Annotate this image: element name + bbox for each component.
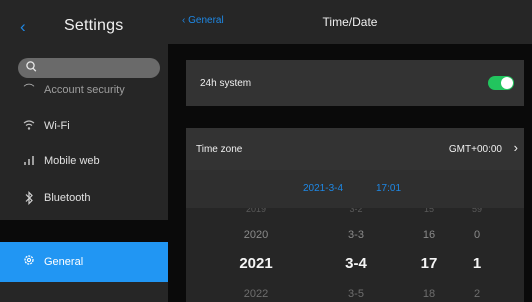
sidebar-item-mobile-web[interactable]: Mobile web: [0, 145, 168, 179]
sidebar-item-wifi[interactable]: Wi-Fi: [0, 110, 168, 144]
sidebar-header: ‹ Settings: [0, 0, 168, 54]
picker-value-selected: 2021: [239, 255, 273, 272]
toggle-knob: [501, 77, 513, 89]
timezone-value: GMT+00:00: [448, 144, 502, 155]
setting-label-24h: 24h system: [200, 78, 252, 89]
picker-column-hour[interactable]: 15 16 17 18: [414, 208, 444, 302]
sidebar-divider: [0, 220, 168, 242]
sidebar-item-account-security[interactable]: ⌒ Account security: [0, 80, 168, 98]
sidebar-item-label: Bluetooth: [44, 192, 91, 204]
sidebar-item-bluetooth[interactable]: Bluetooth: [0, 182, 168, 216]
search-icon: [26, 61, 37, 72]
picker-column-minute[interactable]: 59 0 1 2: [462, 208, 492, 302]
main-panel: ‹ General Time/Date 24h system Time zone…: [168, 0, 532, 302]
picker-value: 59: [471, 208, 482, 214]
person-icon: ⌒: [23, 84, 35, 96]
picker-value: 16: [422, 229, 436, 241]
sidebar-item-label: Wi-Fi: [44, 120, 70, 132]
selected-time[interactable]: 17:01: [376, 183, 401, 194]
sidebar-title: Settings: [64, 17, 124, 34]
back-icon[interactable]: ‹: [20, 18, 34, 36]
picker-value: 0: [473, 229, 481, 241]
picker-value: 15: [423, 208, 434, 214]
picker-value-selected: 3-4: [345, 255, 367, 272]
top-bar: ‹ General Time/Date: [168, 0, 532, 44]
picker-value: 2019: [245, 208, 267, 214]
sidebar-item-label: Account security: [44, 84, 125, 96]
wifi-icon: [22, 119, 36, 135]
search-input[interactable]: [18, 58, 160, 78]
setting-label-timezone: Time zone: [196, 144, 243, 155]
page-title: Time/Date: [322, 15, 378, 29]
picker-column-month-day[interactable]: 3-2 3-3 3-4 3-5: [326, 208, 386, 302]
selected-date[interactable]: 2021-3-4: [303, 183, 343, 194]
picker-column-year[interactable]: 2019 2020 2021 2022: [224, 208, 288, 302]
setting-row-24h: 24h system: [186, 60, 524, 106]
chevron-right-icon: ›: [513, 140, 518, 155]
picker-value: 3-3: [348, 229, 364, 241]
toggle-24h[interactable]: [488, 76, 514, 90]
datetime-picker[interactable]: 2019 2020 2021 2022 3-2 3-3 3-4 3-5 15 1…: [186, 208, 524, 302]
datetime-panel: 2021-3-4 17:01 2019 2020 2021 2022 3-2 3…: [186, 170, 524, 302]
picker-value: 3-2: [349, 208, 363, 214]
picker-value: 2020: [243, 229, 269, 241]
picker-value: 18: [422, 288, 436, 300]
sidebar-item-label: Mobile web: [44, 155, 100, 167]
bluetooth-icon: [22, 191, 36, 207]
gear-icon: [22, 254, 36, 270]
signal-icon: [22, 154, 36, 170]
picker-value-selected: 17: [420, 255, 438, 272]
setting-row-timezone[interactable]: Time zone GMT+00:00 ›: [186, 128, 524, 170]
picker-value: 3-5: [348, 288, 364, 300]
sidebar: ‹ Settings ⌒ Account security Wi-Fi Mobi…: [0, 0, 168, 302]
sidebar-item-label: General: [44, 256, 84, 268]
datetime-header: 2021-3-4 17:01: [186, 170, 524, 208]
picker-value-selected: 1: [472, 255, 482, 272]
picker-value: 2: [473, 288, 481, 300]
sidebar-item-general[interactable]: General: [0, 242, 168, 282]
picker-value: 2022: [243, 288, 269, 300]
